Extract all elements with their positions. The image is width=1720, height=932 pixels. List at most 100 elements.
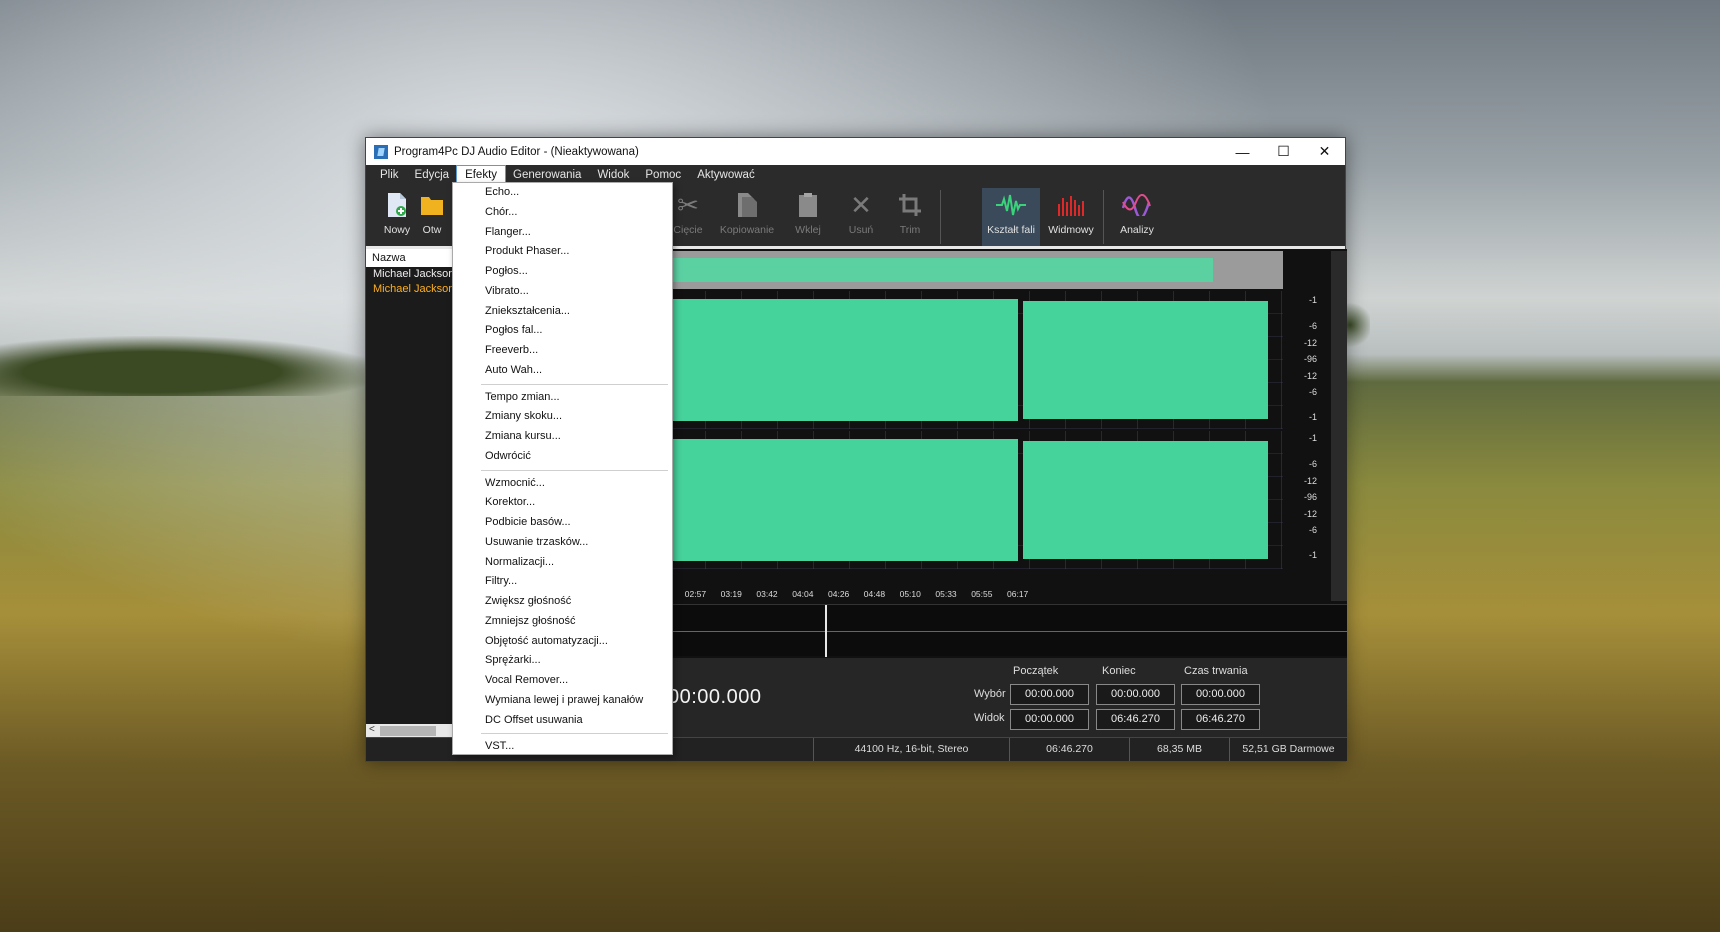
effects-menu-item[interactable]: Sprężarki... xyxy=(453,651,672,671)
effects-menu-item[interactable]: Echo... xyxy=(453,183,672,203)
header-duration: Czas trwania xyxy=(1184,665,1248,677)
window-title: Program4Pc DJ Audio Editor - (Nieaktywow… xyxy=(394,145,639,158)
open-button[interactable]: Otw xyxy=(418,188,446,246)
effects-menu-item[interactable]: Pogłos fal... xyxy=(453,321,672,341)
effects-dropdown-menu: Echo... Chór... Flanger... Produkt Phaser..… xyxy=(452,182,673,755)
view-start-field[interactable]: 00:00.000 xyxy=(1010,709,1089,730)
effects-menu-item[interactable]: Zmniejsz głośność xyxy=(453,612,672,632)
delete-button[interactable]: ✕ Usuń xyxy=(834,188,888,246)
wave-segment xyxy=(1023,301,1268,419)
overview-wave xyxy=(653,258,1213,282)
scroll-thumb[interactable] xyxy=(380,726,436,736)
maximize-button[interactable]: ☐ xyxy=(1263,138,1304,165)
waveform-view-button[interactable]: Kształt fali xyxy=(982,188,1040,246)
effects-menu-item[interactable]: Vocal Remover... xyxy=(453,671,672,691)
title-bar[interactable]: Program4Pc DJ Audio Editor - (Nieaktywow… xyxy=(366,138,1345,165)
status-duration: 06:46.270 xyxy=(1009,738,1129,761)
effects-menu-item[interactable]: Chór... xyxy=(453,203,672,223)
minimize-button[interactable]: — xyxy=(1222,138,1263,165)
db-label: -96 xyxy=(1303,492,1317,502)
file-list-hscrollbar[interactable]: < xyxy=(366,724,453,738)
row-label-view: Widok xyxy=(974,712,1005,724)
db-scale-left: -1 -6 -12 -96 -12 -6 -1 xyxy=(1285,291,1325,429)
time-label: 04:48 xyxy=(863,589,886,599)
db-label: -12 xyxy=(1303,509,1317,519)
time-label: 02:57 xyxy=(684,589,707,599)
db-scale-right: -1 -6 -12 -96 -12 -6 -1 xyxy=(1285,431,1325,569)
toolbar-separator xyxy=(1103,190,1104,244)
crop-icon xyxy=(883,188,937,222)
playhead-cursor[interactable] xyxy=(825,605,827,657)
selection-start-field[interactable]: 00:00.000 xyxy=(1010,684,1089,705)
file-name: Michael Jackson xyxy=(373,283,452,295)
view-duration-field[interactable]: 06:46.270 xyxy=(1181,709,1260,730)
folder-icon xyxy=(418,188,446,222)
close-button[interactable]: ✕ xyxy=(1304,138,1345,165)
file-item-selected[interactable]: Michael Jackson xyxy=(366,282,452,297)
effects-menu-item[interactable]: Filtry... xyxy=(453,572,672,592)
selection-end-field[interactable]: 00:00.000 xyxy=(1096,684,1175,705)
copy-icon xyxy=(716,188,778,222)
menu-separator xyxy=(481,383,668,385)
copy-button[interactable]: Kopiowanie xyxy=(716,188,778,246)
menu-separator xyxy=(481,733,668,735)
effects-menu-item[interactable]: Normalizacji... xyxy=(453,553,672,573)
effects-menu-item[interactable]: Zmiana kursu... xyxy=(453,427,672,447)
db-label: -1 xyxy=(1308,295,1317,305)
scroll-left-icon[interactable]: < xyxy=(369,724,375,735)
file-item[interactable]: Michael Jackson xyxy=(366,267,452,282)
time-label: 04:04 xyxy=(792,589,814,599)
waveform-vscrollbar[interactable] xyxy=(1331,251,1347,601)
view-end-field[interactable]: 06:46.270 xyxy=(1096,709,1175,730)
effects-menu-item[interactable]: Wymiana lewej i prawej kanałów xyxy=(453,691,672,711)
time-label: 05:10 xyxy=(899,589,921,599)
row-label-selection: Wybór xyxy=(974,688,1006,700)
trim-button[interactable]: Trim xyxy=(883,188,937,246)
wave-segment xyxy=(1023,441,1268,559)
spectrum-view-button[interactable]: Widmowy xyxy=(1043,188,1099,246)
effects-menu-item[interactable]: VST... xyxy=(453,737,672,757)
effects-menu-item[interactable]: Pogłos... xyxy=(453,262,672,282)
analysis-wave-icon xyxy=(1110,188,1164,222)
db-label: -12 xyxy=(1303,338,1317,348)
effects-menu-item[interactable]: Usuwanie trzasków... xyxy=(453,533,672,553)
toolbar-separator xyxy=(940,190,941,244)
clipboard-icon xyxy=(781,188,835,222)
app-icon xyxy=(374,144,388,159)
time-label: 06:17 xyxy=(1007,589,1029,599)
effects-menu-item[interactable]: Flanger... xyxy=(453,223,672,243)
effects-menu-item[interactable]: Zniekształcenia... xyxy=(453,302,672,322)
effects-menu-item[interactable]: Tempo zmian... xyxy=(453,388,672,408)
file-list-panel: Nazwa Michael Jackson Michael Jackson < xyxy=(366,249,453,738)
effects-menu-item[interactable]: Odwrócić xyxy=(453,447,672,467)
new-button[interactable]: Nowy xyxy=(370,188,424,246)
effects-menu-item[interactable]: Wzmocnić... xyxy=(453,474,672,494)
analysis-button[interactable]: Analizy xyxy=(1110,188,1164,246)
effects-menu-item[interactable]: Vibrato... xyxy=(453,282,672,302)
file-name: Michael Jackson xyxy=(373,268,452,280)
selection-duration-field[interactable]: 00:00.000 xyxy=(1181,684,1260,705)
file-list-header[interactable]: Nazwa xyxy=(366,249,452,267)
effects-menu-item[interactable]: Podbicie basów... xyxy=(453,513,672,533)
time-label: 04:26 xyxy=(828,589,850,599)
db-label: -6 xyxy=(1308,525,1317,535)
effects-menu-item[interactable]: Freeverb... xyxy=(453,341,672,361)
db-label: -6 xyxy=(1308,459,1317,469)
effects-menu-item[interactable]: Zwiększ głośność xyxy=(453,592,672,612)
paste-button[interactable]: Wklej xyxy=(781,188,835,246)
effects-menu-item[interactable]: Korektor... xyxy=(453,493,672,513)
new-file-icon xyxy=(370,188,424,222)
background-treeline xyxy=(0,336,380,396)
menu-edycja[interactable]: Edycja xyxy=(407,166,458,185)
menu-aktywowac[interactable]: Aktywować xyxy=(689,166,763,185)
db-label: -1 xyxy=(1308,433,1317,443)
effects-menu-item[interactable]: Zmiany skoku... xyxy=(453,407,672,427)
effects-menu-item[interactable]: Produkt Phaser... xyxy=(453,242,672,262)
effects-menu-item[interactable]: Objętość automatyzacji... xyxy=(453,632,672,652)
effects-menu-item[interactable]: DC Offset usuwania xyxy=(453,711,672,731)
status-format: 44100 Hz, 16-bit, Stereo xyxy=(813,738,1009,761)
status-size: 68,35 MB xyxy=(1129,738,1229,761)
time-label: 05:33 xyxy=(935,589,957,599)
effects-menu-item[interactable]: Auto Wah... xyxy=(453,361,672,381)
menu-plik[interactable]: Plik xyxy=(372,166,407,185)
